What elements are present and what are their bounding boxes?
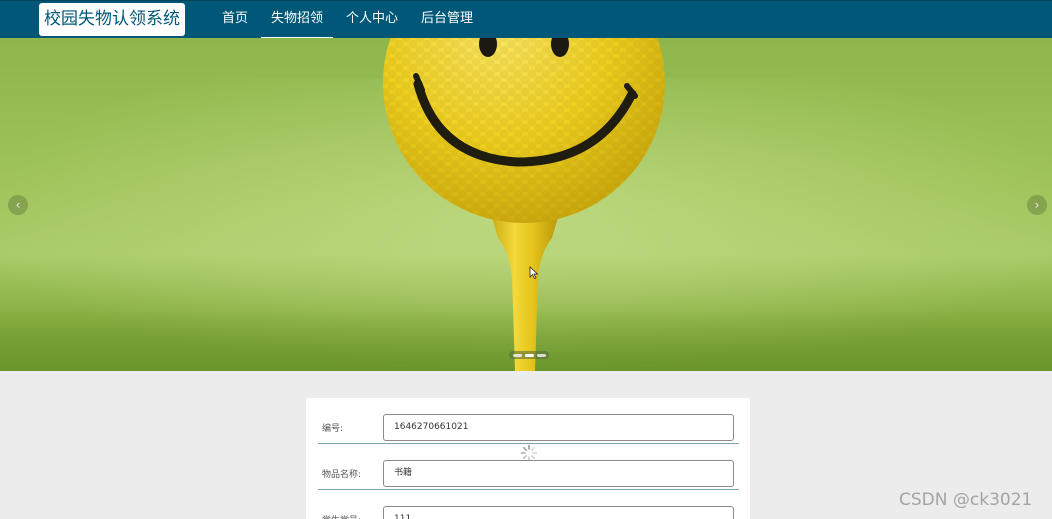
carousel-banner: ‹ › <box>0 38 1052 371</box>
nav-home[interactable]: 首页 <box>212 1 258 39</box>
carousel-prev-button[interactable]: ‹ <box>8 195 28 215</box>
id-field[interactable]: 1646270661021 <box>383 414 734 441</box>
student-id-field[interactable]: 111 <box>383 506 734 519</box>
smiley-golf-ball-image <box>383 38 665 223</box>
watermark: CSDN @ck3021 <box>899 490 1033 510</box>
form-row-student-id: 学生学号: 111 <box>318 490 739 519</box>
student-id-label: 学生学号: <box>322 490 361 519</box>
carousel-indicators <box>509 351 549 359</box>
item-name-label: 物品名称: <box>322 470 362 480</box>
loading-spinner-icon <box>520 444 538 462</box>
form-row-id: 编号: 1646270661021 <box>318 398 739 444</box>
main-nav: 首页 失物招领 个人中心 后台管理 <box>212 1 486 39</box>
carousel-dot[interactable] <box>536 353 546 357</box>
carousel-next-button[interactable]: › <box>1027 195 1047 215</box>
item-name-field[interactable]: 书籍 <box>383 460 734 487</box>
site-title[interactable]: 校园失物认领系统 <box>39 3 185 36</box>
carousel-dot[interactable] <box>512 353 522 357</box>
nav-lost-found[interactable]: 失物招领 <box>261 1 334 39</box>
nav-admin[interactable]: 后台管理 <box>411 1 483 39</box>
id-label: 编号: <box>322 424 344 434</box>
nav-personal-center[interactable]: 个人中心 <box>336 1 408 39</box>
carousel-dot-active[interactable] <box>524 353 534 357</box>
top-navbar: 校园失物认领系统 首页 失物招领 个人中心 后台管理 <box>0 0 1052 39</box>
mouse-cursor-icon <box>529 266 539 280</box>
